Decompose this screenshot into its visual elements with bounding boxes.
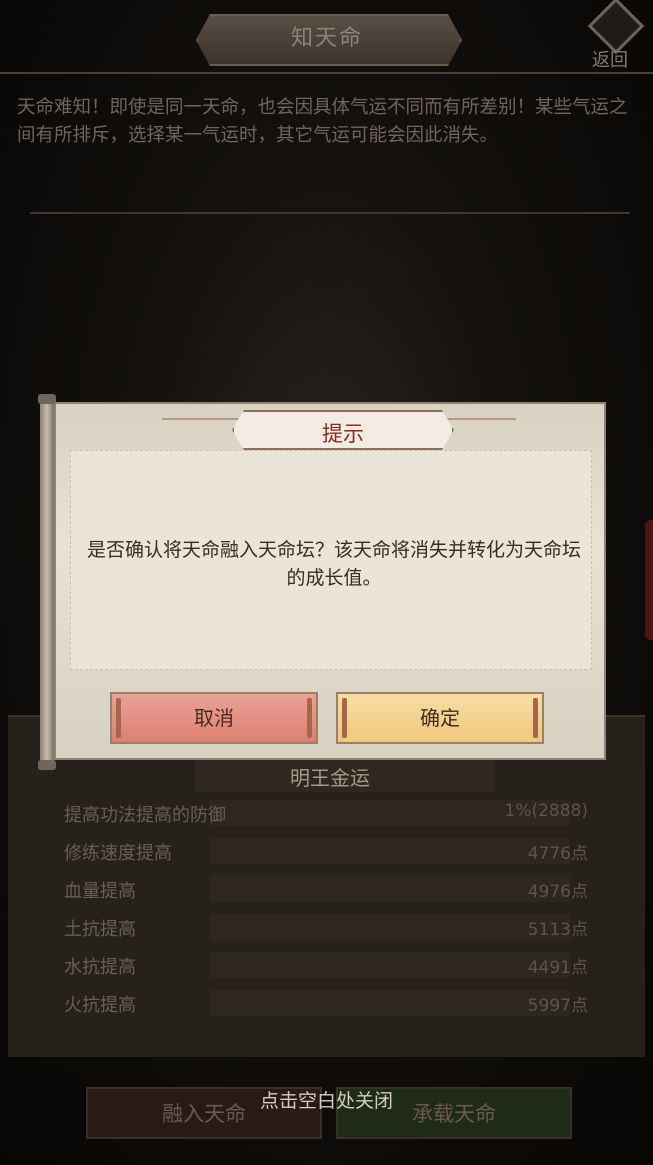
stat-bar [210,990,570,1016]
stat-name: 提高功法提高的防御 [64,805,226,826]
stat-bar [210,914,570,940]
stat-bar [210,838,570,864]
stat-row: 水抗提高 4491点 [30,949,620,981]
button-cap [342,698,347,738]
scroll-cap [38,760,56,770]
back-button[interactable]: 返回 [586,0,646,71]
scroll-cap [38,394,56,404]
cancel-button[interactable]: 取消 [110,692,318,744]
dialog-message: 是否确认将天命融入天命坛？该天命将消失并转化为天命坛的成长值。 [86,539,581,589]
stat-value: 4776点 [527,844,588,864]
button-cap [307,698,312,738]
scroll-rod [38,394,56,770]
description-text: 天命难知！即使是同一天命，也会因具体气运不同而有所差别！某些气运之间有所排斥，选… [17,97,628,146]
button-cap [116,698,121,738]
stat-bar [210,952,570,978]
stat-row: 修练速度提高 4776点 [30,835,620,867]
stat-value: 5113点 [527,920,588,940]
screen[interactable]: 知天命 返回 天命难知！即使是同一天命，也会因具体气运不同而有所差别！某些气运之… [0,0,653,1165]
stat-value: 4976点 [527,882,588,902]
cancel-label: 取消 [194,706,234,730]
page-title: 知天命 [290,26,363,51]
button-cap [533,698,538,738]
stat-row: 土抗提高 5113点 [30,911,620,943]
stat-name: 修练速度提高 [64,843,172,864]
back-label: 返回 [592,50,628,71]
confirm-button[interactable]: 确定 [336,692,544,744]
divider [0,72,653,74]
stat-row: 提高功法提高的防御 1%(2888) [30,797,620,829]
stat-value: 1%(2888) [504,801,589,821]
section-title: 明王金运 [290,766,370,790]
stat-row: 血量提高 4976点 [30,873,620,905]
stat-value: 4491点 [527,958,588,978]
stat-name: 土抗提高 [64,919,136,940]
stat-name: 水抗提高 [64,957,136,978]
stat-name: 火抗提高 [64,995,136,1016]
stat-bar [210,876,570,902]
close-hint: 点击空白处关闭 [259,1090,393,1112]
stat-name: 血量提高 [64,881,136,902]
confirm-label: 确定 [420,706,460,730]
confirm-dialog: 提示 是否确认将天命融入天命坛？该天命将消失并转化为天命坛的成长值。 取消 确定 [38,394,608,770]
stat-row: 火抗提高 5997点 [30,987,620,1019]
dialog-paper: 提示 是否确认将天命融入天命坛？该天命将消失并转化为天命坛的成长值。 取消 确定 [54,402,606,760]
side-tab[interactable] [645,520,653,640]
dialog-title: 提示 [322,422,364,446]
divider [30,212,630,214]
stat-value: 5997点 [527,996,588,1016]
